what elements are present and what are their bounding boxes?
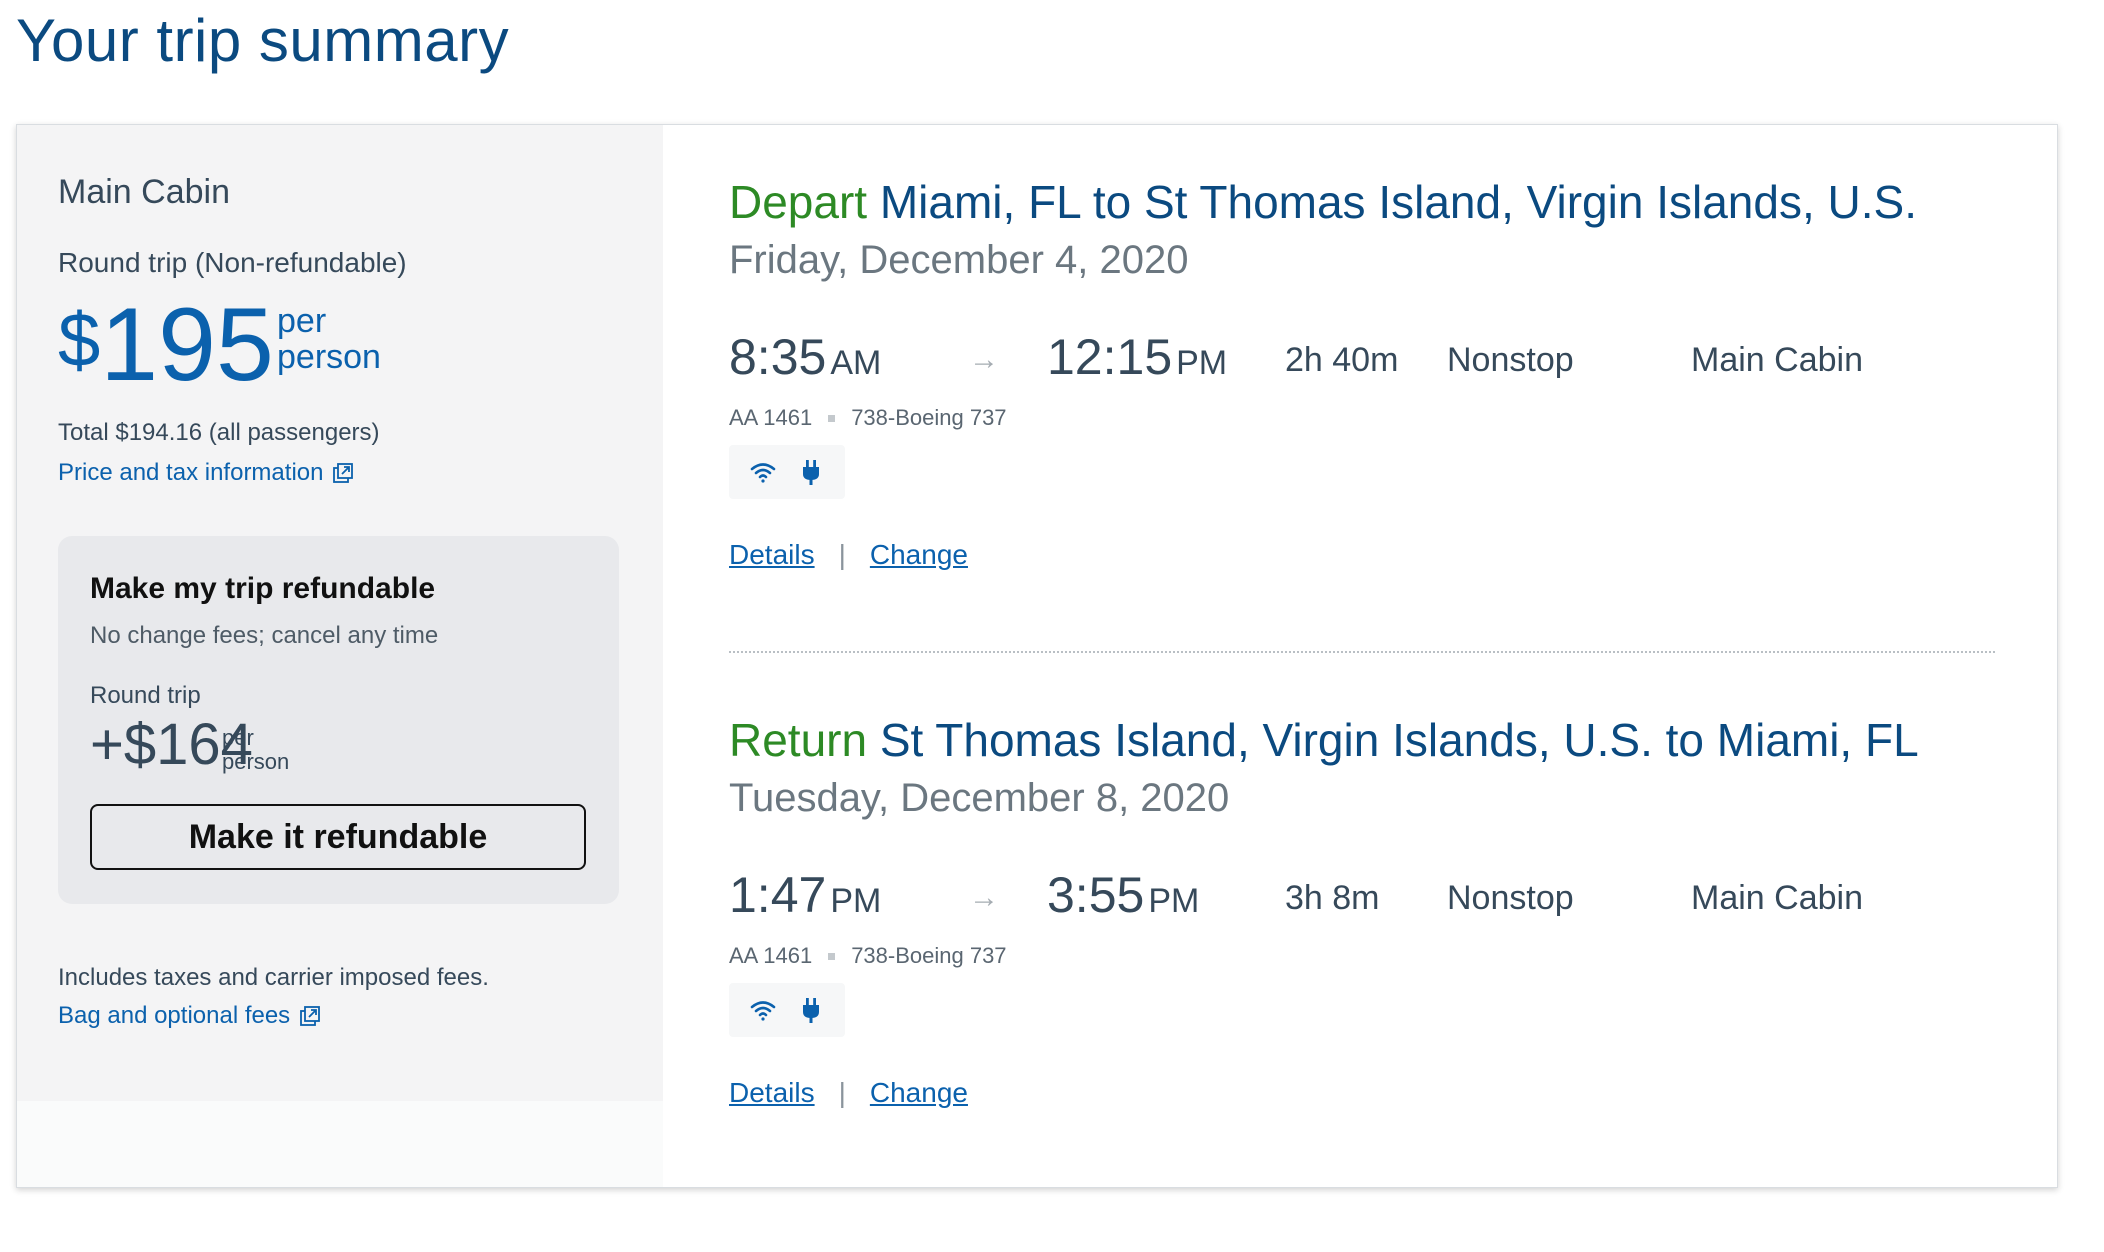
- refund-per-line-1: per: [222, 725, 254, 750]
- refund-trip-label: Round trip: [90, 682, 201, 709]
- segment-heading: Depart Miami, FL to St Thomas Island, Vi…: [729, 175, 1989, 229]
- details-link[interactable]: Details: [729, 539, 815, 571]
- segment-return: Return St Thomas Island, Virgin Islands,…: [729, 713, 1989, 1109]
- link-separator: |: [838, 539, 846, 570]
- arrival-time: 3:55 PM: [1047, 865, 1199, 931]
- per-person-label: per person: [277, 303, 397, 375]
- fare-sidebar: Main Cabin Round trip (Non-refundable) $…: [17, 125, 663, 1101]
- segment-divider: [729, 651, 1995, 653]
- departure-time: 1:47 PM: [729, 865, 881, 931]
- wifi-icon: [750, 463, 775, 483]
- change-link[interactable]: Change: [870, 1077, 968, 1109]
- segment-links: Details | Change: [729, 1077, 1989, 1109]
- departure-time-value: 8:35: [729, 329, 827, 385]
- departure-time-value: 1:47: [729, 867, 827, 923]
- segment-date: Tuesday, December 8, 2020: [729, 776, 1230, 820]
- power-outlet-icon: [803, 460, 820, 485]
- departure-ampm: PM: [830, 882, 882, 920]
- price-currency: $: [58, 298, 101, 383]
- change-link[interactable]: Change: [870, 539, 968, 571]
- flight-meta: AA 1461 738-Boeing 737: [729, 943, 1989, 969]
- arrival-ampm: PM: [1176, 344, 1228, 382]
- trip-type: Round trip (Non-refundable): [58, 247, 407, 278]
- page-title: Your trip summary: [16, 7, 510, 74]
- external-link-icon: [300, 1006, 321, 1026]
- segment-date: Friday, December 4, 2020: [729, 238, 1189, 282]
- segment-direction: Depart: [729, 176, 868, 228]
- arrival-time-value: 12:15: [1047, 329, 1173, 385]
- segment-depart: Depart Miami, FL to St Thomas Island, Vi…: [729, 175, 1989, 571]
- external-link-icon: [333, 463, 354, 483]
- refund-title: Make my trip refundable: [90, 572, 436, 605]
- flight-number: AA 1461: [729, 943, 813, 968]
- flight-stops: Nonstop: [1447, 879, 1574, 917]
- bag-fees-label: Bag and optional fees: [58, 1002, 291, 1029]
- meta-separator: [828, 952, 836, 960]
- itinerary-panel: Depart Miami, FL to St Thomas Island, Vi…: [663, 125, 2057, 1187]
- aircraft-type: 738-Boeing 737: [851, 943, 1007, 968]
- refund-per-line-2: person: [222, 749, 290, 774]
- arrow-right-icon: →: [969, 343, 999, 376]
- flight-stops: Nonstop: [1447, 341, 1574, 379]
- refund-upsell-box: Make my trip refundable No change fees; …: [58, 536, 619, 904]
- cabin-name: Main Cabin: [58, 173, 230, 211]
- per-person-line-2: person: [277, 338, 381, 376]
- segment-direction: Return: [729, 714, 868, 766]
- flight-times-row: 1:47 PM → 3:55 PM 3h 8m Nonstop Main Cabin: [729, 865, 1989, 937]
- arrow-right-icon: →: [969, 881, 999, 914]
- price-amount: 195: [100, 287, 274, 403]
- refund-subtitle: No change fees; cancel any time: [90, 622, 439, 649]
- aircraft-type: 738-Boeing 737: [851, 405, 1007, 430]
- departure-ampm: AM: [830, 344, 882, 382]
- flight-cabin: Main Cabin: [1691, 879, 1863, 917]
- price-tax-info-label: Price and tax information: [58, 459, 324, 486]
- segment-heading: Return St Thomas Island, Virgin Islands,…: [729, 713, 1989, 767]
- arrival-time-value: 3:55: [1047, 867, 1145, 923]
- total-price: Total $194.16 (all passengers): [58, 419, 380, 446]
- per-person-line-1: per: [277, 302, 327, 340]
- sidebar-footer: [17, 1101, 663, 1187]
- flight-times-row: 8:35 AM → 12:15 PM 2h 40m Nonstop Main Cab…: [729, 327, 1989, 399]
- refund-per-person: per person: [222, 726, 289, 774]
- fare-price: $ 195: [58, 293, 274, 397]
- flight-cabin: Main Cabin: [1691, 341, 1863, 379]
- bag-fees-link[interactable]: Bag and optional fees: [58, 1002, 322, 1030]
- arrival-time: 12:15 PM: [1047, 327, 1227, 393]
- amenities: [729, 983, 845, 1037]
- price-tax-info-link[interactable]: Price and tax information: [58, 459, 355, 487]
- departure-time: 8:35 AM: [729, 327, 881, 393]
- meta-separator: [828, 414, 836, 422]
- flight-meta: AA 1461 738-Boeing 737: [729, 405, 1989, 431]
- arrival-ampm: PM: [1148, 882, 1200, 920]
- flight-duration: 3h 8m: [1285, 879, 1380, 917]
- trip-summary-card: Main Cabin Round trip (Non-refundable) $…: [16, 124, 2058, 1188]
- flight-duration: 2h 40m: [1285, 341, 1399, 379]
- segment-route: Miami, FL to St Thomas Island, Virgin Is…: [879, 176, 1917, 228]
- includes-taxes-note: Includes taxes and carrier imposed fees.: [58, 964, 489, 991]
- amenities: [729, 445, 845, 499]
- link-separator: |: [838, 1077, 846, 1108]
- power-outlet-icon: [803, 998, 820, 1023]
- make-refundable-button[interactable]: Make it refundable: [90, 804, 586, 870]
- wifi-icon: [750, 1001, 775, 1021]
- segment-route: St Thomas Island, Virgin Islands, U.S. t…: [879, 714, 1919, 766]
- details-link[interactable]: Details: [729, 1077, 815, 1109]
- flight-number: AA 1461: [729, 405, 813, 430]
- segment-links: Details | Change: [729, 539, 1989, 571]
